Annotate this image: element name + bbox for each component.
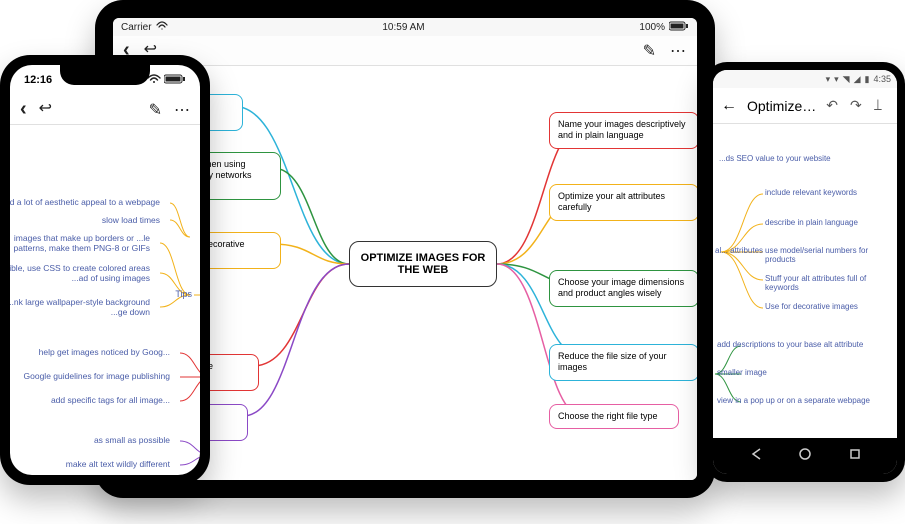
wifi-icon [156,21,168,34]
node-label: Reduce the file size of your images [558,351,690,374]
statusbar-time: 10:59 AM [382,22,424,33]
sub-leaf[interactable]: include relevant keywords [765,188,857,197]
iphone-screen: 12:16 ‹ ↩ ✎ ⋯ [10,65,200,475]
sub-leaf[interactable]: view in a pop up or on a separate webpag… [717,396,897,405]
battery-pct: 100% [639,22,665,33]
iphone-device: 12:16 ‹ ↩ ✎ ⋯ [0,55,210,485]
central-topic[interactable]: OPTIMIZE IMAGES FOR THE WEB [349,241,497,287]
back-button[interactable]: ‹ [20,98,27,121]
nav-home-icon[interactable] [798,447,812,466]
sub-leaf[interactable]: use model/serial numbers for products [765,246,895,264]
sub-leaf[interactable]: describe in plain language [765,218,858,227]
style-button[interactable]: ✎ [643,41,656,61]
node-dimensions[interactable]: Choose your image dimensions and product… [549,270,697,307]
node-label: Choose the right file type [558,411,658,422]
node-label: Choose your image dimensions and product… [558,277,690,300]
undo-button[interactable]: ↩ [39,98,52,121]
sub-leaf[interactable]: help get images noticed by Goog... [10,347,170,357]
node-label: Name your images descriptively and in pl… [558,119,690,142]
iphone-toolbar: ‹ ↩ ✎ ⋯ [10,95,200,125]
wifi-icon: ◥ [843,74,850,85]
node-filetype[interactable]: Choose the right file type [549,404,679,429]
sub-leaf[interactable]: Use for decorative images [765,302,858,311]
style-button[interactable]: ✎ [149,100,162,120]
more-button[interactable]: ⋯ [670,41,687,61]
sub-leaf[interactable]: slow load times [10,215,160,225]
tablet-toolbar: ‹ ↩ ✎ ⋯ [113,36,697,66]
statusbar-time: 12:16 [24,74,52,86]
tips-label[interactable]: Tips [175,289,192,299]
more-button[interactable]: ⋮ [894,97,897,114]
more-button[interactable]: ⋯ [174,100,190,120]
nav-back-icon[interactable] [749,447,763,466]
android-toolbar: ← Optimize… ↶ ↷ ⟘ ⋮ [713,88,897,124]
android-statusbar: ▾ ▾ ◥ ◢ ▮ 4:35 [713,70,897,88]
sub-leaf[interactable]: add specific tags for all image... [10,395,170,405]
sub-leaf[interactable]: as small as possible [10,435,170,445]
central-topic-label: OPTIMIZE IMAGES FOR THE WEB [358,252,488,276]
android-navbar [713,438,897,474]
sub-leaf[interactable]: ...sible, use CSS to create colored area… [10,263,150,283]
tablet-statusbar: Carrier 10:59 AM 100% [113,18,697,36]
battery-icon: ▮ [865,74,870,85]
carrier-label: Carrier [121,22,152,33]
sub-leaf[interactable]: add a lot of aesthetic appeal to a webpa… [10,197,160,207]
sub-leaf[interactable]: ...nk large wallpaper-style background .… [10,297,150,317]
sub-leaf[interactable]: add descriptions to your base alt attrib… [717,340,897,349]
node-label: Optimize your alt attributes carefully [558,191,690,214]
alt-attributes-label[interactable]: al... attributes [715,246,763,255]
node-name-images[interactable]: Name your images descriptively and in pl… [549,112,697,149]
signal-icon: ◢ [854,74,861,85]
sub-leaf[interactable]: make alt text wildly different [10,459,170,469]
sub-leaf[interactable]: Google guidelines for image publishing [10,371,170,381]
node-filesize[interactable]: Reduce the file size of your images [549,344,697,381]
sub-leaf[interactable]: Stuff your alt attributes full of keywor… [765,274,895,292]
iphone-canvas[interactable]: add a lot of aesthetic appeal to a webpa… [10,125,200,475]
sub-leaf[interactable]: smaller image [717,368,767,377]
statusbar-time: 4:35 [873,74,891,84]
iphone-notch [60,65,150,85]
sub-leaf[interactable]: images that make up borders or ...le pat… [10,233,150,253]
android-device: ▾ ▾ ◥ ◢ ▮ 4:35 ← Optimize… ↶ ↷ ⟘ ⋮ [705,62,905,482]
app-title: Optimize… [747,98,816,114]
battery-icon [669,21,689,34]
android-canvas[interactable]: ...ds SEO value to your website al... at… [713,124,897,438]
notif-icon: ▾ [834,74,839,85]
android-screen: ▾ ▾ ◥ ◢ ▮ 4:35 ← Optimize… ↶ ↷ ⟘ ⋮ [713,70,897,474]
back-button[interactable]: ← [721,97,737,115]
notif-icon: ▾ [826,74,831,85]
battery-icon [164,74,186,87]
sub-leaf[interactable]: ...ds SEO value to your website [719,154,831,163]
undo-button[interactable]: ↶ [826,97,838,114]
node-alt-attrs[interactable]: Optimize your alt attributes carefully [549,184,697,221]
nav-recent-icon[interactable] [848,447,862,466]
redo-button[interactable]: ↷ [850,97,862,114]
format-button[interactable]: ⟘ [874,97,882,114]
